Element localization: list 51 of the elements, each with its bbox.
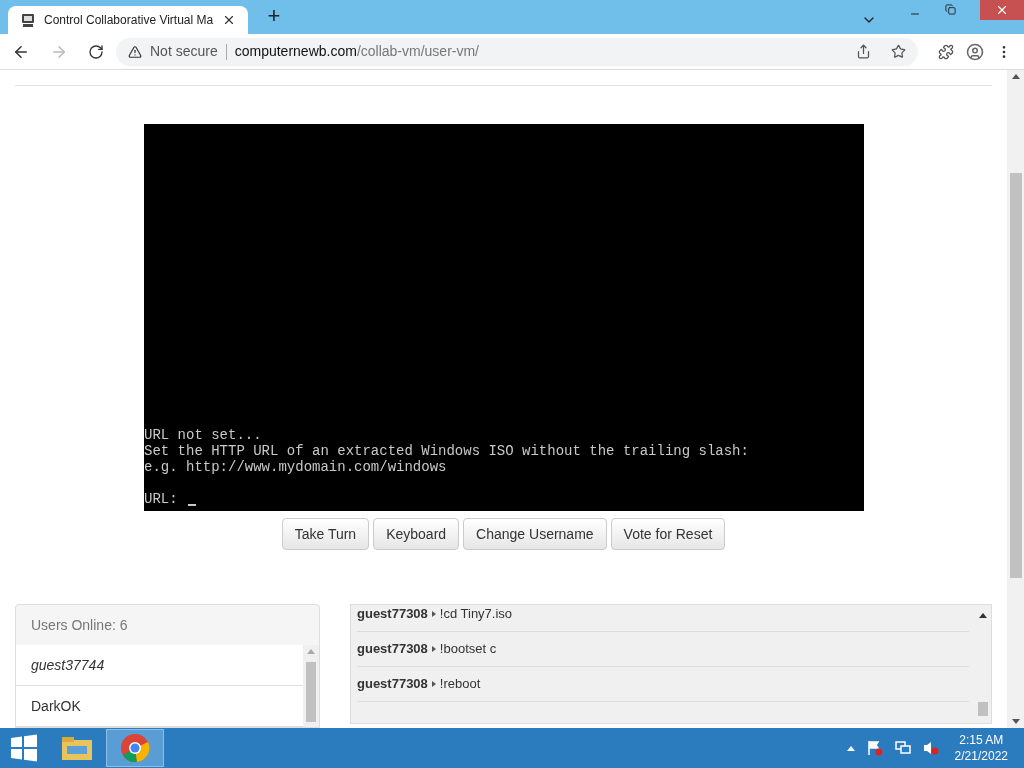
warning-icon [128,44,142,59]
chat-message: guest77308 !reboot [357,667,969,702]
scroll-up-icon[interactable] [979,613,987,618]
chat-message: guest77308 !bootset c [357,632,969,667]
users-online-header: Users Online: 6 [30,615,129,635]
users-scrollbar[interactable] [303,645,319,727]
arrow-icon [431,681,436,687]
console-line: Set the HTTP URL of an extracted Windows ISO without the trailing slash: [144,443,750,459]
computer-icon [20,12,36,28]
browser-logo-icon [120,733,150,763]
address-bar[interactable]: Not secure computernewb.com/collab-vm/user-vm/ [116,37,918,66]
folder-icon [61,734,93,762]
arrow-icon [431,611,436,617]
browser-tab[interactable]: Control Collaborative Virtual Ma [8,6,248,34]
restore-icon[interactable] [945,4,956,15]
extensions-icon[interactable] [938,43,954,60]
arrow-icon [431,646,436,652]
profile-icon[interactable] [966,42,984,61]
caret-up-icon[interactable] [846,745,855,751]
action-button[interactable]: Take Turn [281,518,370,550]
scroll-up-icon[interactable] [1011,74,1020,79]
new-tab-button[interactable]: + [260,2,288,30]
console-line: e.g. http://www.mydomain.com/windows [144,459,448,475]
security-label: Not secure [150,42,218,61]
scrollbar-thumb[interactable] [306,662,316,722]
url-text: computernewb.com/collab-vm/user-vm/ [234,42,479,61]
clock-time[interactable]: 2:15 AM [959,732,1004,748]
network-icon[interactable] [894,740,911,756]
scrollbar-thumb[interactable] [978,702,988,716]
browser-taskbar-button[interactable] [106,729,164,767]
start-icon[interactable] [10,734,38,762]
reload-icon[interactable] [88,43,104,60]
action-button[interactable]: Keyboard [373,518,460,550]
flag-icon[interactable] [866,740,883,756]
muted-speaker-icon[interactable] [922,740,939,756]
vm-screen[interactable]: URL not set... Set the HTTP URL of an extracted Windows ISO without the trailing slash: e.g. http://www.mydomain.com/windows URL: [144,124,864,511]
close-icon [995,3,1009,17]
action-button[interactable]: Change Username [463,518,607,550]
action-button[interactable]: Vote for Reset [610,518,726,550]
clock-date[interactable]: 2/21/2022 [954,748,1008,764]
scroll-down-icon[interactable] [1011,719,1020,724]
console-prompt: URL: [144,491,178,507]
close-icon[interactable] [222,13,236,27]
tab-title: Control Collaborative Virtual Ma [44,12,214,29]
chat-message: guest77308 !cd Tiny7.iso [357,597,969,632]
bookmark-star-icon[interactable] [891,44,906,59]
console-line: URL not set... [144,427,263,443]
share-icon[interactable] [856,44,871,59]
page-scrollbar[interactable] [1007,70,1024,728]
scrollbar-thumb[interactable] [1009,173,1022,578]
text-cursor [187,504,196,506]
